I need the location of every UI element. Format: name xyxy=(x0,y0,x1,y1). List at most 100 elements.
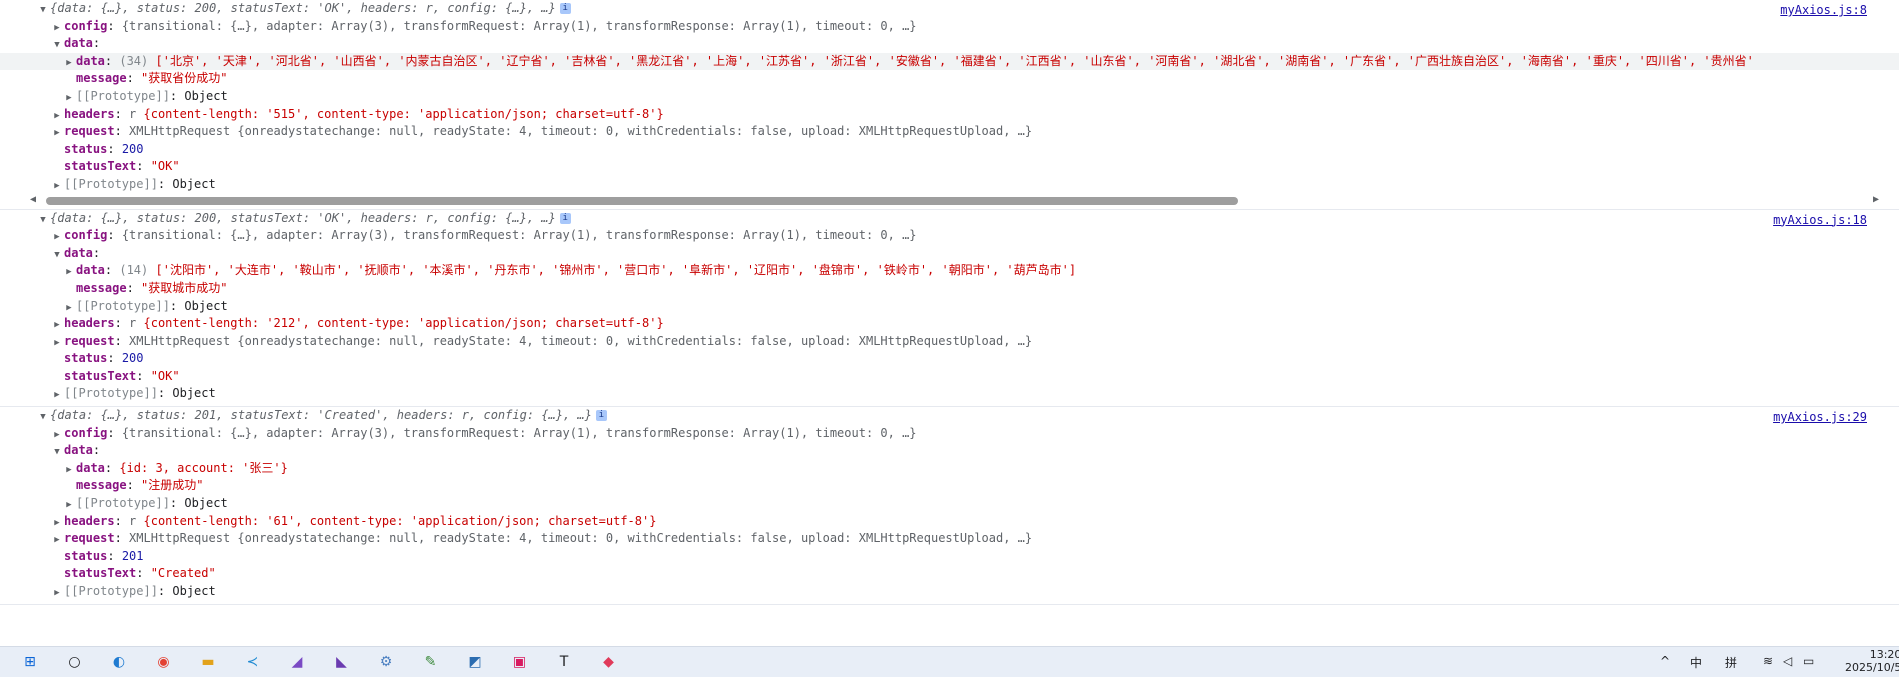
config-row[interactable]: ▶ config: {transitional: {…}, adapter: Ar… xyxy=(0,227,1899,245)
headers-key: headers xyxy=(64,513,115,528)
config-row[interactable]: ▶ config: {transitional: {…}, adapter: Ar… xyxy=(0,18,1899,36)
source-link[interactable]: myAxios.js:29 xyxy=(1773,409,1867,425)
prototype-row[interactable]: ▶ [[Prototype]]: Object xyxy=(0,385,1899,403)
headers-row[interactable]: ▶ headers: r {content-length: '212', cont… xyxy=(0,315,1899,333)
expand-arrow-open-icon[interactable]: ▼ xyxy=(36,2,50,18)
expand-arrow-closed-icon[interactable]: ▶ xyxy=(62,264,76,280)
config-preview: {transitional: {…}, adapter: Array(3), t… xyxy=(121,18,917,33)
windows-start-icon[interactable]: ⊞ xyxy=(18,651,42,673)
scrollbar-thumb[interactable] xyxy=(46,196,1238,205)
expand-arrow-closed-icon[interactable]: ▶ xyxy=(62,90,76,106)
message-key: message xyxy=(76,71,127,86)
expand-arrow-closed-icon[interactable]: ▶ xyxy=(62,462,76,478)
status-key: status xyxy=(64,351,108,366)
headers-row[interactable]: ▶ headers: r {content-length: '515', cont… xyxy=(0,106,1899,124)
request-type: XMLHttpRequest xyxy=(129,124,231,139)
visual-studio-alt-icon[interactable]: ◣ xyxy=(330,651,354,673)
prototype-value: Object xyxy=(172,176,216,191)
config-row[interactable]: ▶ config: {transitional: {…}, adapter: Ar… xyxy=(0,425,1899,443)
expand-arrow-closed-icon[interactable]: ▶ xyxy=(50,515,64,531)
data-row[interactable]: ▼ data: xyxy=(0,35,1899,53)
log-summary-line[interactable]: ▼ {data: {…}, status: 200, statusText: 'O… xyxy=(0,210,1899,228)
log-summary-line[interactable]: ▼ {data: {…}, status: 200, statusText: 'O… xyxy=(0,0,1899,18)
typora-icon[interactable]: T xyxy=(552,651,576,673)
vscode-icon[interactable]: ≺ xyxy=(241,651,265,673)
log-summary: {data: {…}, status: 200, statusText: 'OK… xyxy=(50,1,556,15)
expand-arrow-closed-icon[interactable]: ▶ xyxy=(50,427,64,443)
prototype-row[interactable]: ▶ [[Prototype]]: Object xyxy=(0,176,1899,194)
status-value: 201 xyxy=(121,548,144,563)
info-icon[interactable]: i xyxy=(595,410,607,422)
settings-gear-icon[interactable]: ⚙ xyxy=(374,651,398,673)
expand-arrow-closed-icon[interactable]: ▶ xyxy=(50,585,64,601)
paint-icon[interactable]: ◩ xyxy=(463,651,487,673)
chrome-icon[interactable]: ◉ xyxy=(152,651,176,673)
headers-preview: {content-length: '212', content-type: 'a… xyxy=(143,316,664,331)
expand-arrow-closed-icon[interactable]: ▶ xyxy=(50,125,64,141)
console-log-entry: ▼ {data: {…}, status: 200, statusText: 'O… xyxy=(0,0,1899,210)
message-key: message xyxy=(76,478,127,493)
expand-arrow-closed-icon[interactable]: ▶ xyxy=(50,387,64,403)
expand-arrow-open-icon[interactable]: ▼ xyxy=(36,409,50,425)
log-summary-line[interactable]: ▼ {data: {…}, status: 201, statusText: 'C… xyxy=(0,407,1899,425)
expand-arrow-closed-icon[interactable]: ▶ xyxy=(50,229,64,245)
edge-icon[interactable]: ◐ xyxy=(107,651,131,673)
expand-arrow-open-icon[interactable]: ▼ xyxy=(50,37,64,53)
data-value-row[interactable]: ▶ data: (14) ['沈阳市', '大连市', '鞍山市', '抚顺市',… xyxy=(0,262,1899,280)
devtools-console: ▼ {data: {…}, status: 200, statusText: 'O… xyxy=(0,0,1899,646)
status-key: status xyxy=(64,141,108,156)
request-row[interactable]: ▶ request: XMLHttpRequest {onreadystatech… xyxy=(0,123,1899,141)
info-icon[interactable]: i xyxy=(559,212,571,224)
data-value-row[interactable]: ▶ data: (34) ['北京', '天津', '河北省', '山西省', '… xyxy=(0,52,1899,71)
headers-type: r xyxy=(129,513,137,528)
data-value-row[interactable]: ▶ data: {id: 3, account: '张三'} xyxy=(0,460,1899,478)
message-value: "获取城市成功" xyxy=(141,280,228,295)
jetbrains-icon[interactable]: ▣ xyxy=(508,651,532,673)
expand-arrow-open-icon[interactable]: ▼ xyxy=(50,444,64,460)
expand-arrow-closed-icon[interactable]: ▶ xyxy=(50,20,64,36)
volume-icon[interactable]: ◁ xyxy=(1783,654,1792,668)
log-summary: {data: {…}, status: 201, statusText: 'Cr… xyxy=(50,408,592,423)
visual-studio-icon[interactable]: ◢ xyxy=(285,651,309,673)
file-explorer-icon[interactable]: ▬ xyxy=(196,651,220,673)
prototype-row[interactable]: ▶ [[Prototype]]: Object xyxy=(0,583,1899,601)
prototype-row[interactable]: ▶ [[Prototype]]: Object xyxy=(0,298,1899,316)
app-icon[interactable]: ◆ xyxy=(597,651,621,673)
expand-arrow-closed-icon[interactable]: ▶ xyxy=(50,108,64,124)
expand-arrow-closed-icon[interactable]: ▶ xyxy=(62,300,76,316)
message-value: "获取省份成功" xyxy=(141,71,228,86)
ime-mode-indicator[interactable]: 拼 xyxy=(1725,654,1737,671)
expand-arrow-open-icon[interactable]: ▼ xyxy=(50,247,64,263)
data-row[interactable]: ▼ data: xyxy=(0,245,1899,263)
battery-icon[interactable]: ▭ xyxy=(1803,654,1814,668)
scroll-left-icon[interactable]: ◀ xyxy=(30,194,36,205)
status-text-key: statusText xyxy=(64,368,137,383)
expand-arrow-closed-icon[interactable]: ▶ xyxy=(62,497,76,513)
input-language-indicator[interactable]: 中 xyxy=(1690,654,1702,671)
request-row[interactable]: ▶ request: XMLHttpRequest {onreadystatech… xyxy=(0,530,1899,548)
source-link[interactable]: myAxios.js:18 xyxy=(1773,212,1867,228)
expand-arrow-open-icon[interactable]: ▼ xyxy=(36,212,50,228)
expand-arrow-closed-icon[interactable]: ▶ xyxy=(50,335,64,351)
source-link[interactable]: myAxios.js:8 xyxy=(1780,2,1867,18)
expand-arrow-closed-icon[interactable]: ▶ xyxy=(62,55,76,71)
headers-row[interactable]: ▶ headers: r {content-length: '61', conte… xyxy=(0,513,1899,531)
config-key: config xyxy=(64,425,108,440)
search-icon[interactable]: ○ xyxy=(63,651,87,673)
prototype-row[interactable]: ▶ [[Prototype]]: Object xyxy=(0,88,1899,106)
clock[interactable]: 13:20 2025/10/5 xyxy=(1845,648,1899,674)
data-row[interactable]: ▼ data: xyxy=(0,442,1899,460)
info-icon[interactable]: i xyxy=(559,3,571,14)
expand-arrow-closed-icon[interactable]: ▶ xyxy=(50,178,64,194)
status-row: status: 200 xyxy=(64,141,144,156)
horizontal-scrollbar[interactable]: ◀ ▶ xyxy=(30,194,1879,206)
config-preview: {transitional: {…}, adapter: Array(3), t… xyxy=(121,228,917,243)
tray-expand-icon[interactable]: ^ xyxy=(1660,654,1670,668)
wifi-icon[interactable]: ≋ xyxy=(1763,654,1773,668)
prototype-row[interactable]: ▶ [[Prototype]]: Object xyxy=(0,495,1899,513)
notepad-icon[interactable]: ✎ xyxy=(419,651,443,673)
expand-arrow-closed-icon[interactable]: ▶ xyxy=(50,532,64,548)
expand-arrow-closed-icon[interactable]: ▶ xyxy=(50,317,64,333)
scroll-right-icon[interactable]: ▶ xyxy=(1873,194,1879,205)
request-row[interactable]: ▶ request: XMLHttpRequest {onreadystatech… xyxy=(0,333,1899,351)
